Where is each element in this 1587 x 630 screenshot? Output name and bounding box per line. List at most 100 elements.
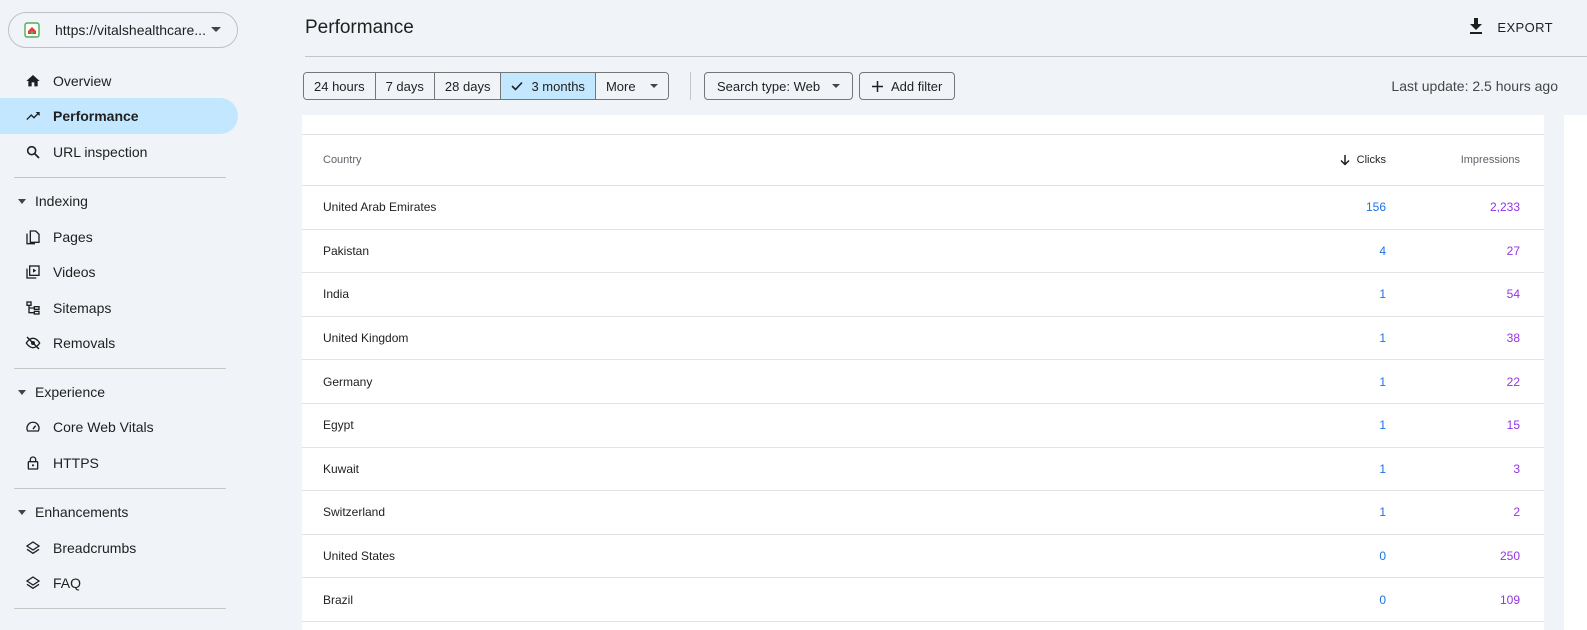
date-range-more[interactable]: More xyxy=(595,73,668,99)
property-url: https://vitalshealthcare... xyxy=(55,22,205,38)
column-header-country[interactable]: Country xyxy=(323,154,362,166)
section-enhancements[interactable]: Enhancements xyxy=(0,497,238,527)
sitemap-icon xyxy=(24,299,42,317)
table-row[interactable]: United Arab Emirates 156 2,233 xyxy=(302,186,1544,230)
sidebar-item-breadcrumbs[interactable]: Breadcrumbs xyxy=(0,530,238,566)
property-selector[interactable]: https://vitalshealthcare... xyxy=(8,12,238,48)
country-cell: Egypt xyxy=(323,418,354,433)
sidebar-item-videos[interactable]: Videos xyxy=(0,254,238,290)
clicks-cell: 1 xyxy=(1379,461,1386,476)
clicks-cell: 156 xyxy=(1365,200,1386,215)
download-icon xyxy=(1469,18,1483,37)
sidebar-item-core-web-vitals[interactable]: Core Web Vitals xyxy=(0,409,238,445)
search-icon xyxy=(24,143,42,161)
sidebar-item-sitemaps[interactable]: Sitemaps xyxy=(0,290,238,326)
table-row[interactable]: Switzerland 1 2 xyxy=(302,491,1544,535)
sidebar-item-label: Sitemaps xyxy=(53,300,112,316)
table-row[interactable]: Germany 1 22 xyxy=(302,360,1544,404)
sidebar-item-overview[interactable]: Overview xyxy=(0,63,238,99)
export-button[interactable]: EXPORT xyxy=(1469,18,1553,37)
impressions-cell: 22 xyxy=(1506,374,1520,389)
chevron-down-icon xyxy=(649,84,658,88)
clicks-cell: 1 xyxy=(1379,418,1386,433)
date-range-3-months[interactable]: 3 months xyxy=(501,73,596,99)
impressions-cell: 15 xyxy=(1506,418,1520,433)
impressions-cell: 38 xyxy=(1506,331,1520,346)
search-type-filter[interactable]: Search type: Web xyxy=(704,72,854,100)
date-range-selector: 24 hours 7 days 28 days 3 months More xyxy=(303,72,669,100)
sidebar-item-label: URL inspection xyxy=(53,144,148,160)
sidebar-item-faq[interactable]: FAQ xyxy=(0,565,238,601)
column-header-clicks[interactable]: Clicks xyxy=(1340,154,1386,166)
expand-arrow-icon xyxy=(18,198,26,204)
section-indexing[interactable]: Indexing xyxy=(0,186,238,216)
country-cell: United States xyxy=(323,549,396,564)
sidebar-item-label: Videos xyxy=(53,264,96,280)
sidebar-item-label: Core Web Vitals xyxy=(53,419,154,435)
clicks-cell: 1 xyxy=(1379,505,1386,520)
plus-icon xyxy=(872,80,883,92)
lock-icon xyxy=(24,454,42,472)
last-update-text: Last update: 2.5 hours ago xyxy=(1391,78,1558,94)
sidebar-item-label: HTTPS xyxy=(53,455,99,471)
clicks-cell: 0 xyxy=(1379,592,1386,607)
chevron-down-icon xyxy=(211,27,221,32)
clicks-cell: 0 xyxy=(1379,549,1386,564)
country-cell: Kuwait xyxy=(323,461,360,476)
clicks-cell: 1 xyxy=(1379,374,1386,389)
section-title: Enhancements xyxy=(35,504,129,520)
trending-up-icon xyxy=(24,107,42,125)
add-filter-button[interactable]: Add filter xyxy=(859,72,956,100)
country-cell: Pakistan xyxy=(323,243,370,258)
table-body: United Arab Emirates 156 2,233 Pakistan 4 27 I… xyxy=(302,186,1544,622)
section-title: Indexing xyxy=(35,193,88,209)
table-top-spacer xyxy=(302,115,1544,135)
country-cell: India xyxy=(323,287,350,302)
impressions-cell: 3 xyxy=(1513,461,1520,476)
export-label: EXPORT xyxy=(1497,20,1553,35)
date-range-24-hours[interactable]: 24 hours xyxy=(304,73,376,99)
video-icon xyxy=(24,263,42,281)
sidebar-item-performance[interactable]: Performance xyxy=(0,98,238,134)
table-row[interactable]: Kuwait 1 3 xyxy=(302,448,1544,492)
sidebar-divider xyxy=(14,368,226,369)
toolbar-divider xyxy=(690,72,691,100)
layers-icon xyxy=(24,539,42,557)
add-filter-label: Add filter xyxy=(891,78,943,94)
sidebar-item-pages[interactable]: Pages xyxy=(0,219,238,255)
sidebar-item-label: Breadcrumbs xyxy=(53,540,137,556)
page-title: Performance xyxy=(305,17,414,38)
table-row[interactable]: Pakistan 4 27 xyxy=(302,230,1544,274)
table-row[interactable]: United States 0 250 xyxy=(302,535,1544,579)
sidebar-divider xyxy=(14,488,226,489)
date-range-7-days[interactable]: 7 days xyxy=(375,73,435,99)
section-title: Experience xyxy=(35,384,106,400)
header-divider xyxy=(305,56,1587,57)
sidebar-item-url-inspection[interactable]: URL inspection xyxy=(0,134,238,170)
table-row[interactable]: India 1 54 xyxy=(302,273,1544,317)
sidebar-divider xyxy=(14,177,226,178)
country-cell: United Kingdom xyxy=(323,331,409,346)
date-range-28-days[interactable]: 28 days xyxy=(434,73,502,99)
column-header-impressions[interactable]: Impressions xyxy=(1461,154,1520,166)
sort-arrow-down-icon xyxy=(1340,154,1350,166)
sidebar-item-label: FAQ xyxy=(53,575,82,591)
impressions-cell: 2,233 xyxy=(1489,200,1520,215)
sidebar-item-label: Performance xyxy=(53,108,139,124)
layers-icon xyxy=(24,574,42,592)
country-cell: Switzerland xyxy=(323,505,386,520)
table-row[interactable]: Egypt 1 15 xyxy=(302,404,1544,448)
sidebar-item-label: Removals xyxy=(53,335,116,351)
sidebar-item-label: Pages xyxy=(53,229,93,245)
sidebar-item-removals[interactable]: Removals xyxy=(0,325,238,361)
site-favicon-icon xyxy=(23,21,41,39)
section-experience[interactable]: Experience xyxy=(0,377,238,407)
sidebar-item-label: Overview xyxy=(53,73,112,89)
table-row[interactable]: United Kingdom 1 38 xyxy=(302,317,1544,361)
eye-off-icon xyxy=(24,334,42,352)
sidebar-item-https[interactable]: HTTPS xyxy=(0,445,238,481)
clicks-cell: 1 xyxy=(1379,287,1386,302)
expand-arrow-icon xyxy=(18,509,26,515)
table-row[interactable]: Brazil 0 109 xyxy=(302,578,1544,622)
home-icon xyxy=(24,72,42,90)
